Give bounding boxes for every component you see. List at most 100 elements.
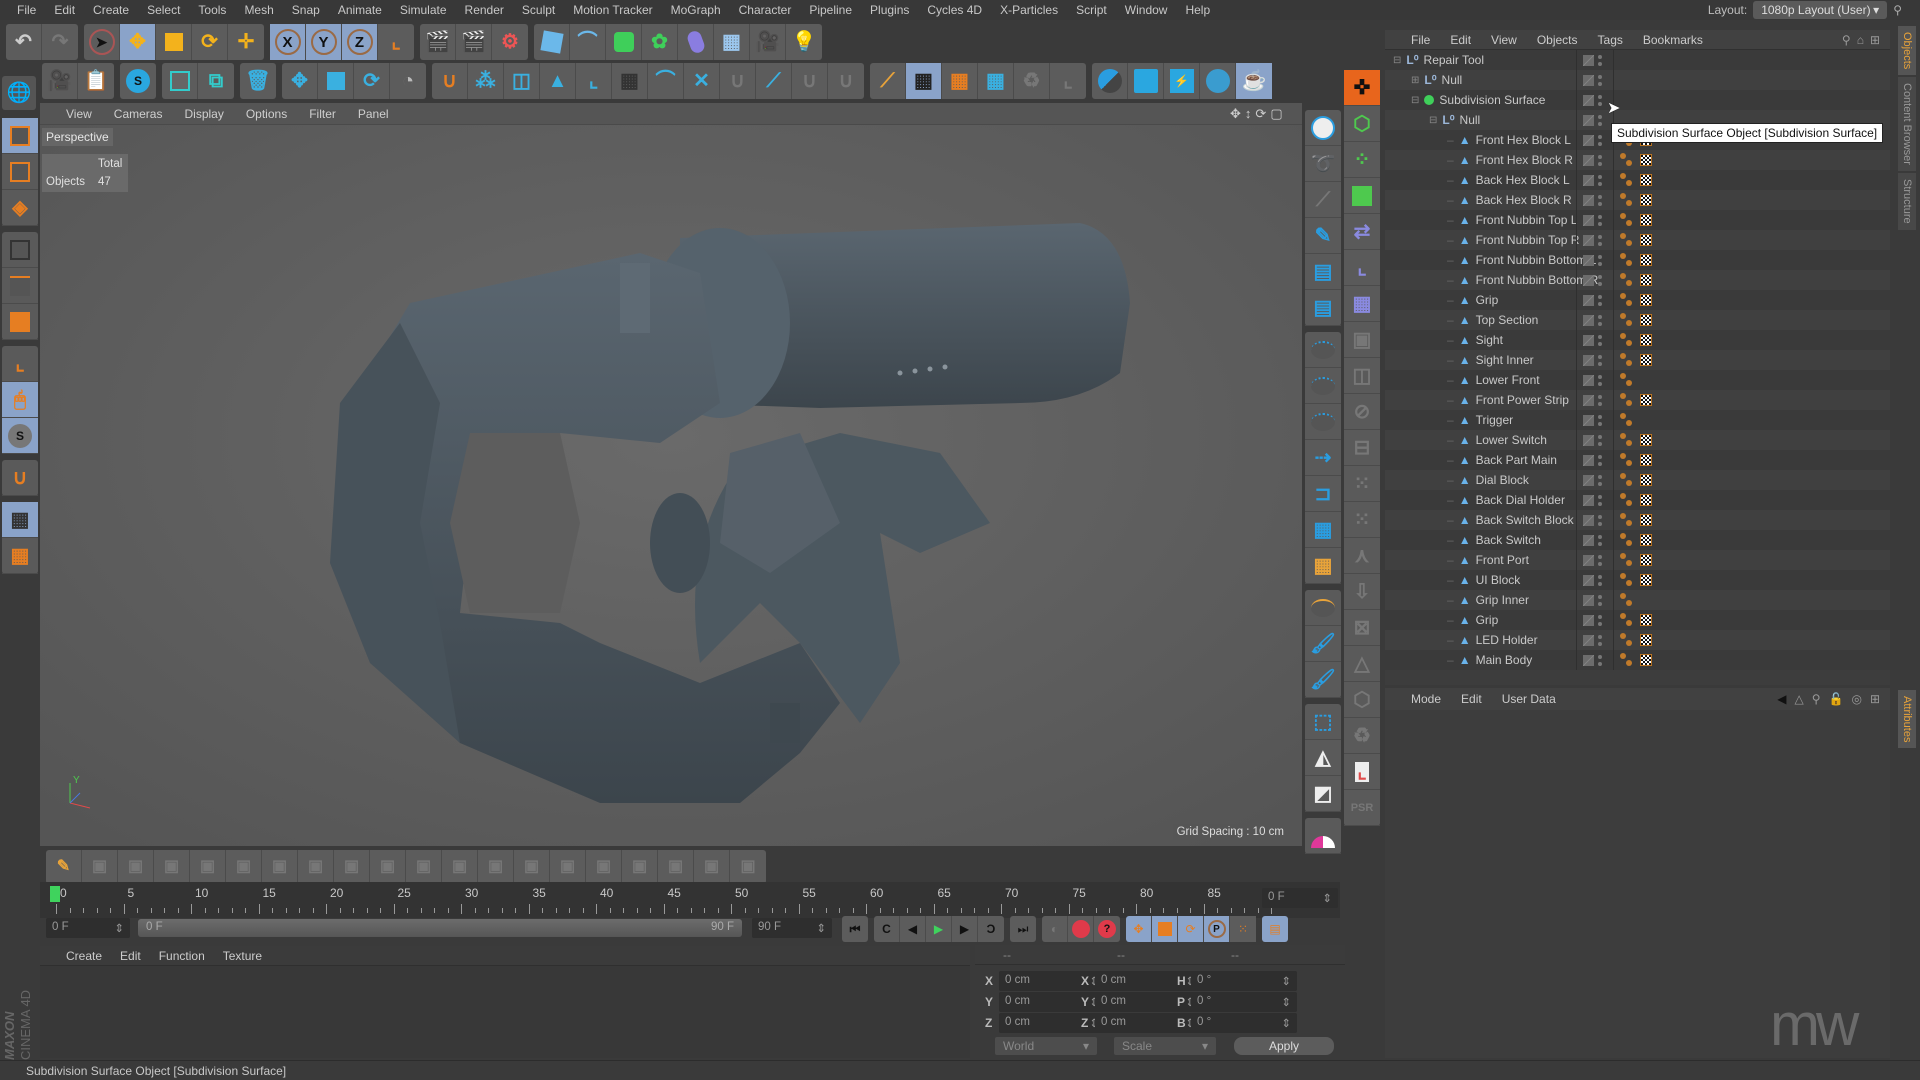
disabled-2-button[interactable]: ◫ <box>1344 358 1380 394</box>
layer-icon[interactable] <box>1583 474 1594 486</box>
snap-toggle-button[interactable]: ∪ <box>2 460 38 496</box>
phong-tag-icon[interactable] <box>1620 573 1634 587</box>
render-picture-viewer-button[interactable]: 🎬 <box>456 24 492 60</box>
search-icon[interactable]: ⚲ <box>1893 3 1902 17</box>
snap-intersection-button[interactable]: ✕ <box>684 63 720 99</box>
brush-small-button[interactable]: 🖌 <box>1305 662 1341 698</box>
layer-icon[interactable] <box>1583 294 1594 306</box>
apply-button[interactable]: Apply <box>1234 1037 1334 1055</box>
play-button[interactable]: ▶ <box>926 916 952 942</box>
go-to-end-button[interactable]: ⏭ <box>1010 916 1036 942</box>
plus-tool-button[interactable]: ▣ <box>694 850 730 884</box>
tweak-mode-button[interactable]: 🖱 <box>2 382 38 418</box>
solo-button[interactable]: S <box>120 63 156 99</box>
workplane-camera-2-button[interactable]: ▦ <box>978 63 1014 99</box>
align-workplane-button[interactable]: ⌞ <box>1050 63 1086 99</box>
prev-frame-button[interactable]: ◀ <box>900 916 926 942</box>
camera-button[interactable]: 🎥 <box>750 24 786 60</box>
solo-mode-button[interactable]: S <box>2 418 38 454</box>
new-view-icon[interactable]: ⊞ <box>1870 33 1880 47</box>
mograph-main-button[interactable]: ✜ <box>1344 70 1380 106</box>
visibility-dots-icon[interactable] <box>1598 574 1602 586</box>
object-row[interactable]: – ▲ Back Dial Holder <box>1385 490 1890 510</box>
visibility-dots-icon[interactable] <box>1598 334 1602 346</box>
visibility-dots-icon[interactable] <box>1598 654 1602 666</box>
xparticles-button[interactable]: ⚡ <box>1164 63 1200 99</box>
layer-icon[interactable] <box>1583 594 1594 606</box>
texture-tag-icon[interactable] <box>1640 474 1652 486</box>
om-menu-bookmarks[interactable]: Bookmarks <box>1643 33 1703 47</box>
timeline-window-button[interactable]: ▤ <box>1262 916 1288 942</box>
dolly-icon[interactable]: ↕ <box>1245 106 1252 122</box>
flag-tool-button[interactable]: ▣ <box>550 850 586 884</box>
search-icon[interactable]: ⚲ <box>1812 692 1821 706</box>
visibility-dots-icon[interactable] <box>1598 274 1602 286</box>
object-row[interactable]: – ▲ Back Part Main <box>1385 450 1890 470</box>
visibility-dots-icon[interactable] <box>1598 74 1602 86</box>
phong-tag-icon[interactable] <box>1620 513 1634 527</box>
coordinate-mode-dropdown[interactable]: World ▾ <box>995 1037 1097 1055</box>
coord-field[interactable]: 0 ° ⇕ <box>1191 992 1297 1012</box>
mat-menu-edit[interactable]: Edit <box>120 949 141 963</box>
box-d-tool-button[interactable]: ▣ <box>622 850 658 884</box>
layer-icon[interactable] <box>1583 114 1594 126</box>
clipboard-button[interactable]: 📋 <box>78 63 114 99</box>
y-axis-button[interactable]: Y <box>306 24 342 60</box>
menu-motion-tracker[interactable]: Motion Tracker <box>564 3 661 17</box>
spline-button[interactable]: ⌒ <box>570 24 606 60</box>
disabled-10-button[interactable]: △ <box>1344 646 1380 682</box>
visibility-dots-icon[interactable] <box>1598 394 1602 406</box>
layer-icon[interactable] <box>1583 414 1594 426</box>
layer-icon[interactable] <box>1583 514 1594 526</box>
visibility-dots-icon[interactable] <box>1598 174 1602 186</box>
render-view-button[interactable]: 🎬 <box>420 24 456 60</box>
key-rotation-button[interactable]: ⟳ <box>1178 916 1204 942</box>
phong-tag-icon[interactable] <box>1620 473 1634 487</box>
visibility-dots-icon[interactable] <box>1598 514 1602 526</box>
timeline-ruler[interactable]: 051015202530354045505560657075808590 <box>40 882 1340 918</box>
snap-disabled-2-button[interactable]: ∪ <box>792 63 828 99</box>
menu-mograph[interactable]: MoGraph <box>662 3 730 17</box>
snap-spline-button[interactable]: ⌒ <box>648 63 684 99</box>
edges-mode-button[interactable] <box>2 268 38 304</box>
viewport-menu-display[interactable]: Display <box>184 107 223 121</box>
menu-render[interactable]: Render <box>456 3 513 17</box>
start-frame-field[interactable]: 0 F ⇕ <box>46 918 130 938</box>
phong-tag-icon[interactable] <box>1620 173 1634 187</box>
tab-attributes[interactable]: Attributes <box>1898 690 1916 749</box>
disabled-11-button[interactable]: ⬡ <box>1344 682 1380 718</box>
texture-tag-icon[interactable] <box>1640 394 1652 406</box>
mesh-sphere-button[interactable] <box>1200 63 1236 99</box>
object-row[interactable]: – ▲ LED Holder <box>1385 630 1890 650</box>
phong-tag-icon[interactable] <box>1620 453 1634 467</box>
points-sphere-button[interactable] <box>1305 332 1341 368</box>
pivot-button[interactable]: ◔ <box>390 63 426 99</box>
disabled-5-button[interactable]: ⁙ <box>1344 466 1380 502</box>
collapse-icon[interactable]: ⊟ <box>1411 95 1419 106</box>
menu-x-particles[interactable]: X-Particles <box>991 3 1067 17</box>
object-row[interactable]: – ▲ Grip <box>1385 610 1890 630</box>
texture-tag-icon[interactable] <box>1640 174 1652 186</box>
recent-tool-button[interactable]: ✛ <box>228 24 264 60</box>
menu-cycles-4d[interactable]: Cycles 4D <box>918 3 991 17</box>
menu-animate[interactable]: Animate <box>329 3 391 17</box>
object-row[interactable]: – ▲ Front Nubbin Bottom R <box>1385 270 1890 290</box>
attr-menu-mode[interactable]: Mode <box>1411 692 1441 706</box>
layer-icon[interactable] <box>1583 74 1594 86</box>
texture-tag-icon[interactable] <box>1640 154 1652 166</box>
scale-button[interactable] <box>156 24 192 60</box>
locked-workplane-button[interactable]: ▦ <box>906 63 942 99</box>
menu-window[interactable]: Window <box>1116 3 1177 17</box>
sculpt-sphere-button[interactable] <box>1305 110 1341 146</box>
visibility-dots-icon[interactable] <box>1598 434 1602 446</box>
new-view-icon[interactable]: ⊞ <box>1870 692 1880 706</box>
phong-tag-icon[interactable] <box>1620 253 1634 267</box>
light-button[interactable]: 💡 <box>786 24 822 60</box>
current-frame-field[interactable]: 0 F ⇕ <box>1262 888 1338 908</box>
disabled-8-button[interactable]: ⇩ <box>1344 574 1380 610</box>
texture-tag-icon[interactable] <box>1640 234 1652 246</box>
om-menu-edit[interactable]: Edit <box>1450 33 1471 47</box>
visibility-dots-icon[interactable] <box>1598 474 1602 486</box>
visibility-dots-icon[interactable] <box>1598 594 1602 606</box>
end-frame-field[interactable]: 90 F ⇕ <box>752 918 832 938</box>
